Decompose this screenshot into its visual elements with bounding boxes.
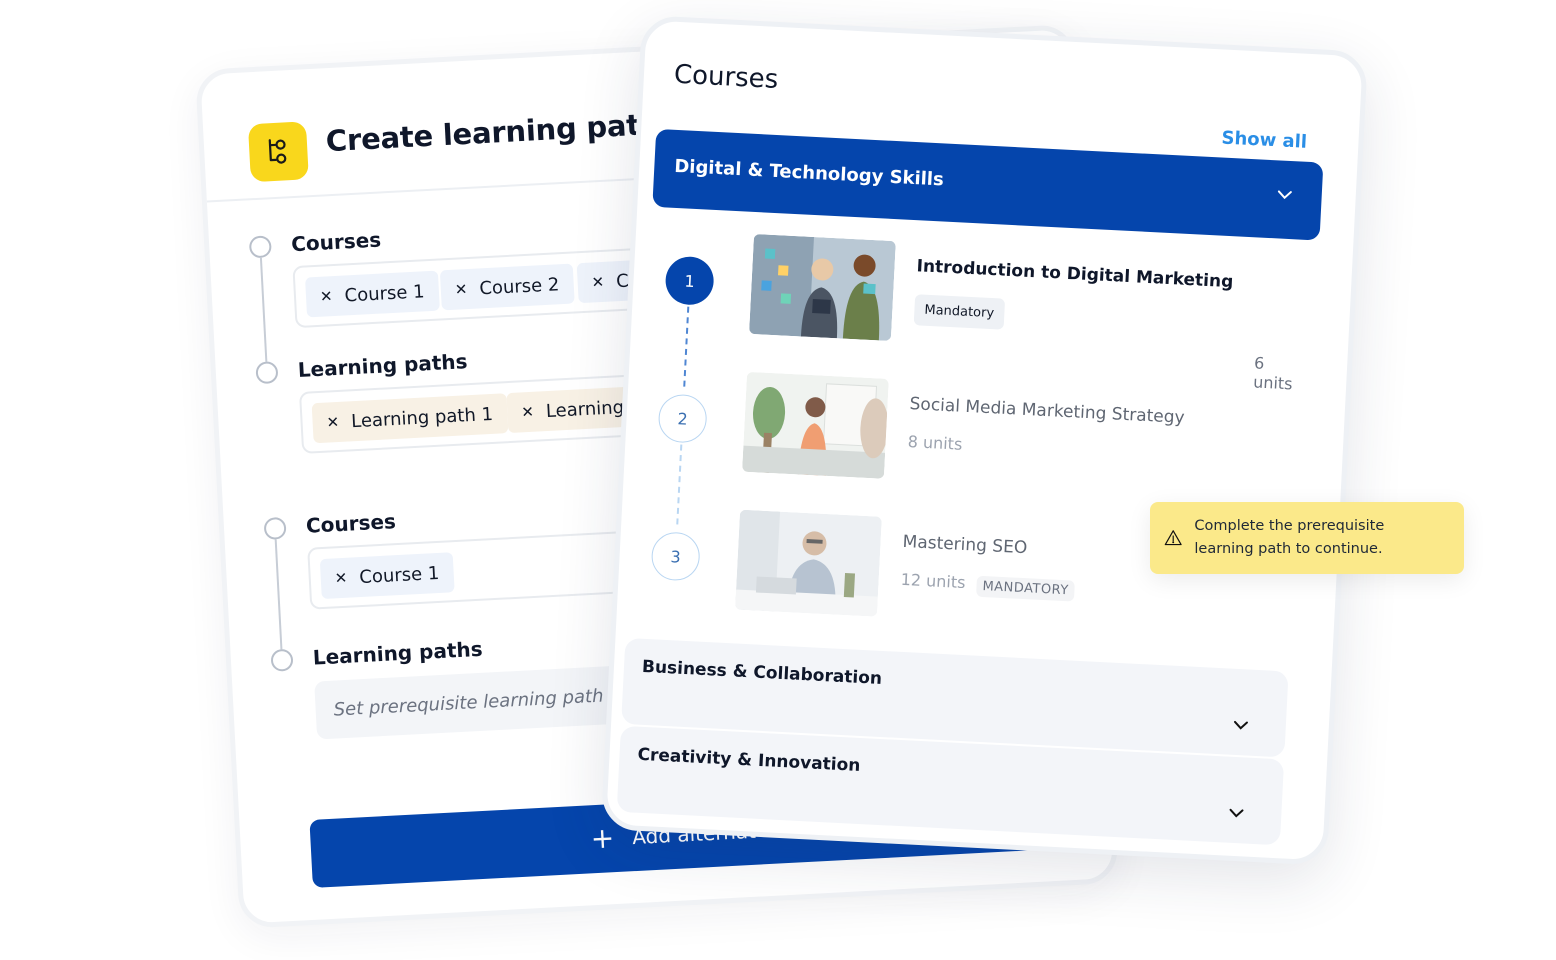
remove-icon[interactable]: ✕: [334, 569, 348, 588]
units-count: 12 units: [900, 569, 966, 593]
chevron-down-icon[interactable]: [1227, 807, 1246, 820]
step-indicator: 1: [664, 255, 715, 306]
course-thumbnail: [749, 233, 896, 342]
course-thumbnail: [742, 371, 889, 479]
step-node: [248, 235, 272, 259]
course-item[interactable]: 1 Introduction to Digital Marketing Mand…: [651, 229, 1306, 393]
category-title: Business & Collaboration: [641, 656, 883, 689]
learning-path-icon: [268, 139, 287, 164]
chevron-down-icon[interactable]: [1232, 719, 1251, 732]
units-count: 6 units: [1252, 353, 1293, 394]
learning-paths-label: Learning paths: [312, 636, 484, 670]
courses-panel-title: Courses: [673, 59, 779, 95]
stage: Create learning paths Courses ✕ Course 1 …: [0, 0, 1556, 960]
course-thumbnail: [735, 509, 882, 617]
learning-path-badge: [247, 121, 309, 183]
step-node: [255, 361, 279, 385]
step-indicator: 3: [650, 531, 701, 582]
warning-message: Complete the prerequisite learning path …: [1194, 518, 1385, 557]
course-title: Social Media Marketing Strategy: [909, 394, 1186, 428]
step-connector: [274, 539, 283, 650]
mandatory-badge: MANDATORY: [976, 575, 1076, 602]
learning-path-chip[interactable]: ✕ Learning: [506, 386, 639, 434]
units-count: 8 units: [907, 432, 963, 454]
warning-icon: [1164, 530, 1182, 546]
prerequisite-warning-toast: Complete the prerequisite learning path …: [1150, 502, 1464, 574]
chevron-down-icon[interactable]: [1275, 188, 1294, 201]
step-node: [270, 648, 294, 672]
remove-icon[interactable]: ✕: [521, 403, 535, 422]
builder-title: Create learning paths: [325, 105, 679, 159]
course-chip[interactable]: ✕ Course 2: [439, 263, 575, 311]
learning-path-chip[interactable]: ✕ Learning path 1: [311, 393, 508, 444]
step-connector: [259, 257, 268, 362]
course-item[interactable]: 2 Social Media Marketing Strategy 8 unit…: [644, 367, 1299, 525]
courses-label: Courses: [305, 509, 397, 538]
course-chip[interactable]: ✕ Course 1: [305, 270, 440, 318]
category-title: Digital & Technology Skills: [673, 155, 945, 191]
remove-icon[interactable]: ✕: [591, 273, 605, 292]
course-title: Introduction to Digital Marketing: [916, 256, 1234, 293]
category-title: Creativity & Innovation: [637, 744, 861, 776]
courses-label: Courses: [290, 227, 382, 257]
remove-icon[interactable]: ✕: [454, 280, 468, 299]
remove-icon[interactable]: ✕: [320, 287, 334, 306]
step-node: [263, 516, 287, 540]
step-indicator: 2: [657, 393, 708, 444]
learning-paths-label: Learning paths: [297, 349, 469, 383]
remove-icon[interactable]: ✕: [326, 413, 340, 432]
course-chip[interactable]: ✕ Course 1: [319, 552, 455, 600]
plus-icon: +: [589, 821, 616, 856]
show-all-link[interactable]: Show all: [1221, 127, 1307, 152]
courses-panel: Courses Show all Digital & Technology Sk…: [600, 15, 1369, 866]
course-title: Mastering SEO: [902, 531, 1028, 559]
mandatory-badge: Mandatory: [913, 294, 1005, 330]
